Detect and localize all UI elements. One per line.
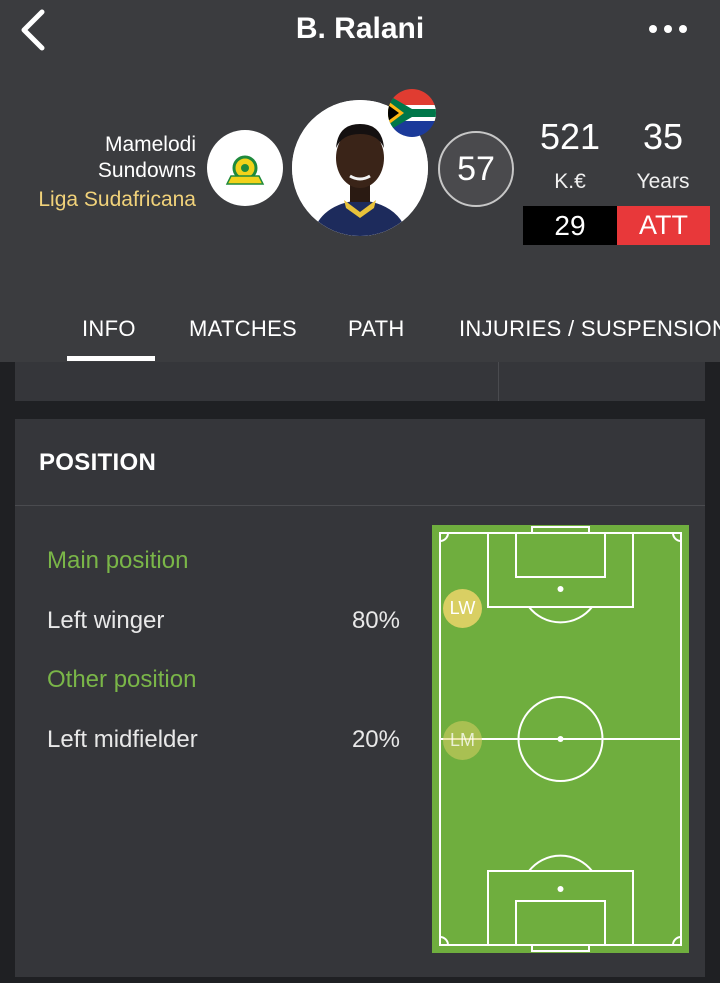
main-position-name: Left winger: [47, 607, 165, 634]
team-name-line1: Mamelodi: [104, 133, 196, 156]
market-value-unit: K.€: [554, 170, 586, 193]
other-position-label: Other position: [47, 666, 197, 693]
league-name[interactable]: Liga Sudafricana: [38, 188, 196, 212]
position-marker-lm: LM: [443, 721, 482, 760]
tab-injuries-suspensions[interactable]: INJURIES / SUSPENSION: [459, 316, 720, 342]
tab-matches[interactable]: MATCHES: [189, 316, 297, 342]
card-divider: [498, 362, 499, 401]
team-name-line2: Sundowns: [97, 159, 196, 182]
tab-path[interactable]: PATH: [348, 316, 405, 342]
shirt-number-badge: 29: [523, 206, 617, 245]
market-value: 521: [539, 116, 601, 157]
player-rating: 57: [438, 131, 514, 207]
previous-card-remnant: [15, 362, 705, 401]
other-position-pct: 20%: [351, 726, 400, 753]
position-marker-lw: LW: [443, 589, 482, 628]
page-title: B. Ralani: [295, 12, 425, 45]
player-age-unit: Years: [636, 170, 690, 193]
position-card-divider: [15, 505, 705, 506]
tab-info[interactable]: INFO: [82, 316, 136, 342]
main-position-pct: 80%: [351, 607, 400, 634]
position-card: POSITION Main position Left winger 80% O…: [15, 419, 705, 977]
team-crest-icon[interactable]: [207, 130, 283, 206]
other-position-name: Left midfielder: [47, 726, 198, 753]
active-tab-indicator: [67, 356, 155, 361]
player-header: B. Ralani Mamelodi Sundowns Liga Sudafri…: [0, 0, 720, 362]
position-card-title: POSITION: [39, 449, 157, 476]
tab-bar: INFO MATCHES PATH INJURIES / SUSPENSION: [0, 300, 720, 362]
position-badge: ATT: [617, 206, 710, 245]
player-age: 35: [642, 116, 684, 157]
main-position-label: Main position: [47, 547, 189, 574]
more-dots-icon[interactable]: [646, 14, 690, 44]
team-name[interactable]: Mamelodi Sundowns: [98, 132, 196, 184]
south-africa-flag-icon: [388, 89, 436, 137]
